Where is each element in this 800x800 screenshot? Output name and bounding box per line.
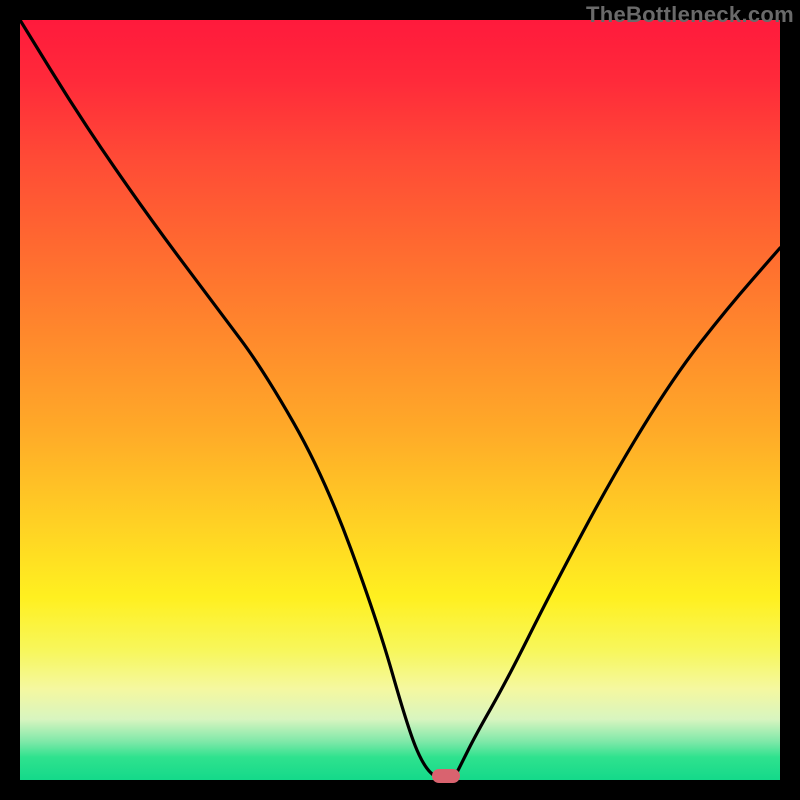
- chart-container: TheBottleneck.com: [0, 0, 800, 800]
- watermark-label: TheBottleneck.com: [586, 2, 794, 28]
- current-point-marker: [432, 769, 460, 783]
- curve-layer: [20, 20, 780, 780]
- bottleneck-curve: [20, 20, 780, 780]
